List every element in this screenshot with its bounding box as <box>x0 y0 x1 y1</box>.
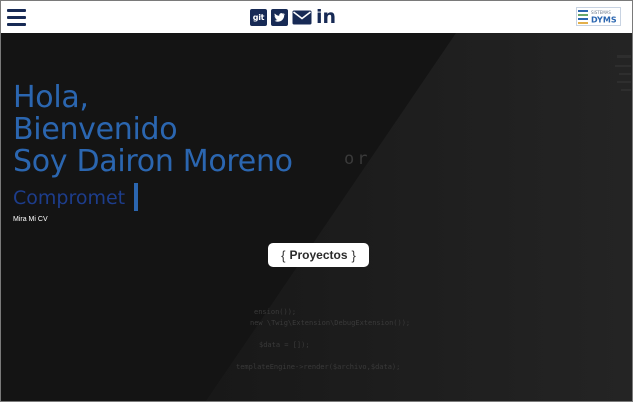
cv-link[interactable]: Mira Mi CV <box>13 216 48 223</box>
social-links: git in <box>250 7 336 27</box>
envelope-icon[interactable] <box>292 9 312 26</box>
greeting-line: Bienvenido <box>13 112 178 147</box>
greeting-line: Hola, <box>13 80 89 115</box>
code-line: templateEngine->render($archivo,$data); <box>236 363 400 371</box>
logo-top-text: SISTEMAS <box>591 10 611 15</box>
hamburger-menu-icon[interactable] <box>7 9 26 26</box>
brace-close: } <box>351 247 356 263</box>
logo-text: DYMS <box>591 16 617 25</box>
linkedin-icon[interactable]: in <box>316 7 336 26</box>
projects-button-label: Proyectos <box>289 248 348 262</box>
hero-greeting: Hola, Bienvenido Soy Dairon Moreno <box>13 82 293 178</box>
code-line: ension()); <box>254 308 296 316</box>
typing-cursor <box>134 183 138 211</box>
code-fragment-top: or <box>344 149 370 169</box>
dyms-logo[interactable]: SISTEMAS DYMS <box>576 7 621 26</box>
greeting-line: Soy Dairon Moreno <box>13 144 293 179</box>
twitter-icon[interactable] <box>271 8 288 26</box>
code-line: $data = []); <box>259 341 310 349</box>
projects-button[interactable]: { Proyectos } <box>268 243 369 267</box>
hero-section: or ension()); new \Twig\Extension\DebugE… <box>1 33 632 401</box>
browser-viewport: git in SISTEMAS DYMS or ension()); new \… <box>0 0 633 402</box>
top-navbar: git in SISTEMAS DYMS <box>1 1 632 33</box>
git-icon[interactable]: git <box>250 8 267 26</box>
brace-open: { <box>281 247 286 263</box>
typed-text: Compromet <box>13 187 126 209</box>
code-line: new \Twig\Extension\DebugExtension()); <box>250 319 410 327</box>
